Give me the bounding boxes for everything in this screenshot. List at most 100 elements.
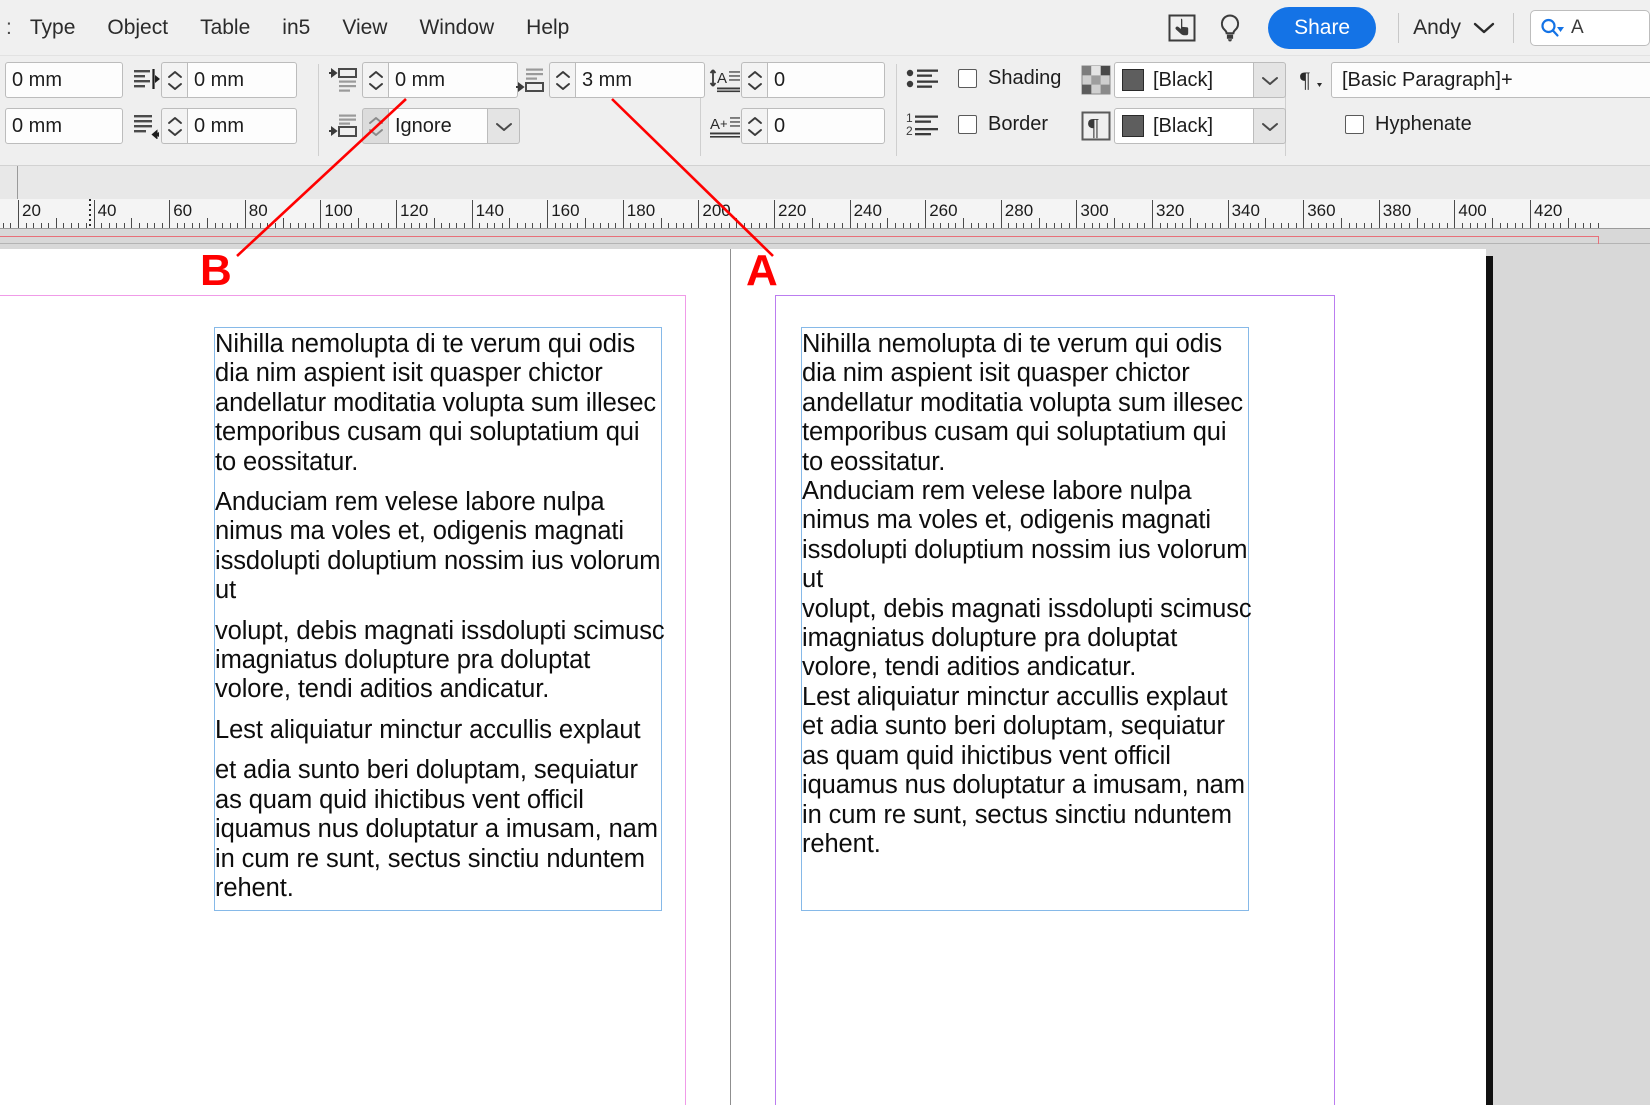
place-gun-icon[interactable] [1158, 4, 1206, 52]
right-page-story-text[interactable]: Nihilla nemolupta di te verum qui odis d… [802, 330, 1252, 859]
shading-color-field[interactable]: [Black] [1114, 62, 1254, 98]
ruler-tick-mid [1416, 218, 1418, 228]
ruler-tick-minor [154, 223, 156, 228]
menu-item-help[interactable]: Help [510, 10, 585, 46]
shading-checkbox-box[interactable] [958, 69, 977, 88]
border-color-field[interactable]: [Black] [1114, 108, 1254, 144]
ruler-tick-mid [1341, 218, 1342, 228]
menu-bar-right-cluster: Share Andy A [1158, 0, 1650, 55]
ruler-tick-minor [1061, 223, 1063, 228]
menu-item-view[interactable]: View [326, 10, 403, 46]
ruler-tick-minor [1023, 223, 1025, 228]
ruler-tick-minor [940, 223, 942, 228]
ruler-tick-minor [516, 223, 518, 228]
border-color-dropdown[interactable] [1254, 108, 1286, 144]
right-indent-stepper[interactable] [161, 62, 187, 98]
bulleted-list-icon[interactable] [906, 64, 940, 94]
menu-item-in5[interactable]: in5 [266, 10, 326, 46]
numbered-list-icon[interactable]: 1 2 [906, 110, 940, 140]
drop-cap-lines-input[interactable]: 0 [767, 62, 885, 98]
ruler-tick-minor [683, 223, 685, 228]
control-bar: 0 mm 0 mm 0 mm 3 mm A 0 Shading [Black] … [0, 56, 1650, 166]
horizontal-ruler[interactable]: 20 40 60 80 100 120 140 160 180 200 220 240 260 280 30… [0, 199, 1650, 229]
drop-cap-chars-stepper[interactable] [741, 108, 767, 144]
chevron-down-icon [1473, 21, 1495, 35]
story-paragraph: et adia sunto beri doluptam, sequiatur a… [215, 756, 658, 902]
shading-color-dropdown[interactable] [1254, 62, 1286, 98]
story-paragraph: Lest aliquiatur minctur accullis explaut [215, 715, 641, 744]
drop-cap-chars-control[interactable]: A + 0 [709, 108, 885, 144]
ruler-tick-label: 80 [248, 201, 268, 220]
ruler-tick-minor [388, 223, 390, 228]
align-to-grid-input[interactable]: Ignore [388, 108, 488, 144]
space-after-input[interactable]: 3 mm [575, 62, 705, 98]
drop-cap-chars-input[interactable]: 0 [767, 108, 885, 144]
ruler-tick-minor [1507, 223, 1509, 228]
ruler-tick-minor [781, 223, 783, 228]
last-line-indent-input[interactable]: 0 mm [187, 108, 297, 144]
control-sep-3 [896, 64, 897, 156]
space-before-input[interactable]: 0 mm [388, 62, 518, 98]
spread-spine [730, 249, 731, 1105]
border-checkbox[interactable]: Border [958, 113, 1048, 136]
ruler-tick-major [1000, 200, 1002, 228]
ruler-tick-mid [207, 218, 208, 228]
drop-cap-number-of-lines-icon: A [709, 67, 741, 93]
menu-item-type[interactable]: Type [14, 10, 92, 46]
border-color-control[interactable]: ¶ [Black] [1078, 108, 1286, 144]
ruler-tick-mid [887, 218, 889, 228]
right-indent-input[interactable]: 0 mm [187, 62, 297, 98]
space-after-control[interactable]: 3 mm [515, 62, 705, 98]
ruler-tick-minor [214, 223, 216, 228]
ruler-tick-minor [947, 223, 949, 228]
shading-checkbox[interactable]: Shading [958, 67, 1061, 90]
menu-item-table[interactable]: Table [184, 10, 266, 46]
last-line-indent-stepper[interactable] [161, 108, 187, 144]
story-paragraph: volupt, debis magnati issdolupti scimusc… [802, 594, 1252, 682]
annotation-label-b: B [200, 246, 232, 295]
ruler-tick-mid [55, 218, 57, 228]
ruler-tick-minor [373, 223, 375, 228]
ruler-guide-marker[interactable] [89, 199, 92, 228]
svg-text:1: 1 [906, 111, 913, 125]
first-line-indent-input[interactable]: 0 mm [5, 108, 123, 144]
ruler-tick-minor [1590, 223, 1592, 228]
ruler-tick-minor [804, 223, 806, 228]
ruler-tick-minor [1552, 223, 1554, 228]
left-indent-control[interactable]: 0 mm [5, 62, 123, 98]
search-input[interactable]: A [1530, 9, 1650, 46]
ruler-tick-minor [1363, 223, 1365, 228]
left-page-story-text[interactable]: Nihilla nemolupta di te verum qui odis d… [215, 330, 665, 903]
document-canvas[interactable]: Nihilla nemolupta di te verum qui odis d… [0, 244, 1650, 1105]
space-before-stepper[interactable] [362, 62, 388, 98]
align-to-grid-dropdown[interactable] [488, 108, 520, 144]
align-to-grid-stepper[interactable] [362, 108, 388, 144]
space-after-stepper[interactable] [549, 62, 575, 98]
drop-cap-lines-stepper[interactable] [741, 62, 767, 98]
ruler-tick-mid [358, 218, 360, 228]
last-line-indent-control[interactable]: 0 mm [133, 108, 297, 144]
hyphenate-checkbox-box[interactable] [1345, 115, 1364, 134]
left-indent-input[interactable]: 0 mm [5, 62, 123, 98]
shading-color-control[interactable]: [Black] [1078, 62, 1286, 98]
ruler-tick-minor [1582, 223, 1584, 228]
ruler-tick-minor [917, 223, 919, 228]
hyphenate-checkbox[interactable]: Hyphenate [1345, 113, 1472, 136]
space-before-control[interactable]: 0 mm [328, 62, 518, 98]
lightbulb-icon[interactable] [1206, 4, 1254, 52]
ruler-tick-minor [970, 223, 972, 228]
first-line-indent-control[interactable]: 0 mm [5, 108, 123, 144]
paragraph-style-input[interactable]: [Basic Paragraph]+ [1331, 62, 1650, 98]
drop-cap-lines-control[interactable]: A 0 [709, 62, 885, 98]
menu-item-window[interactable]: Window [403, 10, 510, 46]
paragraph-style-control[interactable]: ¶ [Basic Paragraph]+ [1295, 62, 1650, 98]
menu-item-object[interactable]: Object [91, 10, 184, 46]
share-button[interactable]: Share [1268, 6, 1377, 49]
ruler-tick-minor [796, 223, 798, 228]
ruler-tick-label: 140 [475, 201, 504, 220]
right-indent-control[interactable]: 0 mm [133, 62, 297, 98]
indesign-window: : Type Object Table in5 View Window Help [0, 0, 1650, 1105]
border-checkbox-box[interactable] [958, 115, 977, 134]
user-menu[interactable]: Andy [1407, 16, 1505, 40]
align-to-grid-control[interactable]: Ignore [328, 108, 520, 144]
